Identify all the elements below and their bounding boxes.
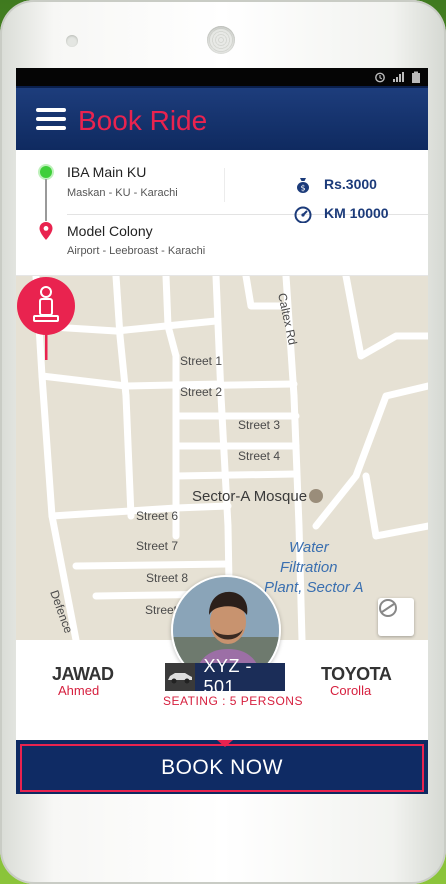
route-connector xyxy=(45,179,47,221)
street-label: Street 3 xyxy=(238,418,280,432)
book-now-button[interactable]: BOOK NOW xyxy=(20,744,424,792)
locate-button[interactable] xyxy=(378,598,414,636)
road-label: Caltex Rd xyxy=(275,292,300,346)
earpiece-speaker xyxy=(207,26,235,54)
sensor-dot xyxy=(66,35,78,47)
fare-value: Rs.3000 xyxy=(324,176,377,192)
street-label: Street 8 xyxy=(146,571,188,585)
pickup-pin-icon xyxy=(40,166,52,178)
mosque-icon xyxy=(309,489,323,503)
svg-text:$: $ xyxy=(300,184,305,193)
pickup-name[interactable]: IBA Main KU xyxy=(67,164,146,180)
seating-capacity: SEATING : 5 PERSONS xyxy=(163,694,303,708)
money-bag-icon: $ xyxy=(297,178,309,193)
driver-marker-icon[interactable] xyxy=(16,276,76,360)
car-model: Corolla xyxy=(330,683,372,698)
water-label-line: Water xyxy=(289,539,330,556)
speedometer-icon xyxy=(294,206,312,223)
signal-icon xyxy=(393,72,404,82)
hamburger-menu-icon[interactable] xyxy=(36,108,66,132)
route-summary: IBA Main KU Maskan - KU - Karachi Model … xyxy=(16,154,428,276)
car-make: TOYOTA xyxy=(321,664,392,684)
water-label-line: Plant, Sector A xyxy=(264,579,364,596)
phone-frame: Book Ride IBA Main KU Maskan - KU - Kara… xyxy=(0,0,446,884)
page-title: Book Ride xyxy=(78,105,208,136)
street-label: Street 1 xyxy=(180,354,222,368)
street-label: Street 4 xyxy=(238,449,280,463)
gps-locate-icon xyxy=(379,599,397,617)
plate-number: XYZ - 501 xyxy=(203,656,252,697)
dropoff-name[interactable]: Model Colony xyxy=(67,223,153,239)
car-icon xyxy=(165,663,196,691)
status-bar xyxy=(16,68,428,86)
battery-icon xyxy=(412,71,420,83)
street-label: Street 2 xyxy=(180,385,222,399)
distance-value: KM 10000 xyxy=(324,205,389,221)
divider xyxy=(224,168,225,202)
street-label: Street 6 xyxy=(136,509,178,523)
poi-label: Sector-A Mosque xyxy=(192,488,307,505)
water-label-line: Filtration xyxy=(280,559,338,576)
dropoff-address: Airport - Leebroast - Karachi xyxy=(67,245,206,257)
pickup-address: Maskan - KU - Karachi xyxy=(67,187,178,199)
street-label: Street 7 xyxy=(136,539,178,553)
vehicle-plate: XYZ - 501 xyxy=(165,656,285,697)
alarm-icon xyxy=(375,72,385,83)
notch-indicator xyxy=(217,740,233,747)
driver-last-name: Ahmed xyxy=(58,683,100,698)
driver-first-name: JAWAD xyxy=(52,664,114,684)
app-header: Book Ride xyxy=(16,86,428,150)
app-screen: Book Ride IBA Main KU Maskan - KU - Kara… xyxy=(16,68,428,794)
dropoff-pin-icon xyxy=(39,222,53,240)
